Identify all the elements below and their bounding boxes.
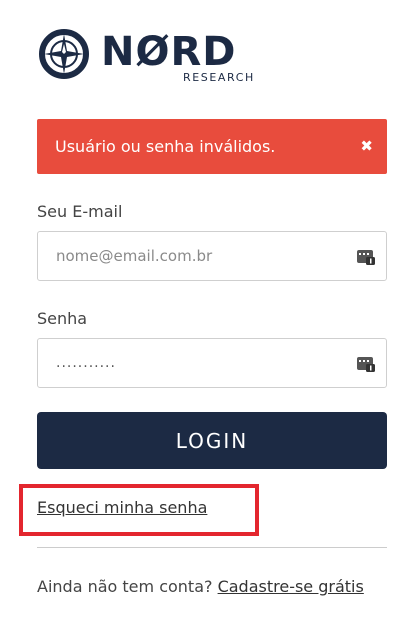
logo-subtitle: RESEARCH <box>183 71 255 84</box>
password-manager-key-icon[interactable] <box>356 246 376 266</box>
error-alert: Usuário ou senha inválidos. ✖ <box>37 119 387 174</box>
error-message: Usuário ou senha inválidos. <box>55 137 276 156</box>
password-label: Senha <box>37 309 88 328</box>
email-input[interactable] <box>38 232 338 280</box>
brand-logo: NØRD RESEARCH <box>36 26 266 86</box>
password-manager-key-icon[interactable] <box>356 353 376 373</box>
email-field-wrapper <box>37 231 387 281</box>
compass-icon <box>39 29 89 79</box>
forgot-password-link[interactable]: Esqueci minha senha <box>37 498 207 517</box>
signup-prompt: Ainda não tem conta? Cadastre-se grátis <box>37 574 387 600</box>
password-field-wrapper <box>37 338 387 388</box>
signup-link[interactable]: Cadastre-se grátis <box>218 577 364 596</box>
divider <box>37 547 387 548</box>
email-label: Seu E-mail <box>37 202 123 221</box>
signup-prompt-text: Ainda não tem conta? <box>37 577 213 596</box>
login-button[interactable]: LOGIN <box>37 412 387 469</box>
logo-wordmark: NØRD <box>101 29 237 75</box>
close-icon[interactable]: ✖ <box>360 119 373 174</box>
password-input[interactable] <box>38 339 338 387</box>
